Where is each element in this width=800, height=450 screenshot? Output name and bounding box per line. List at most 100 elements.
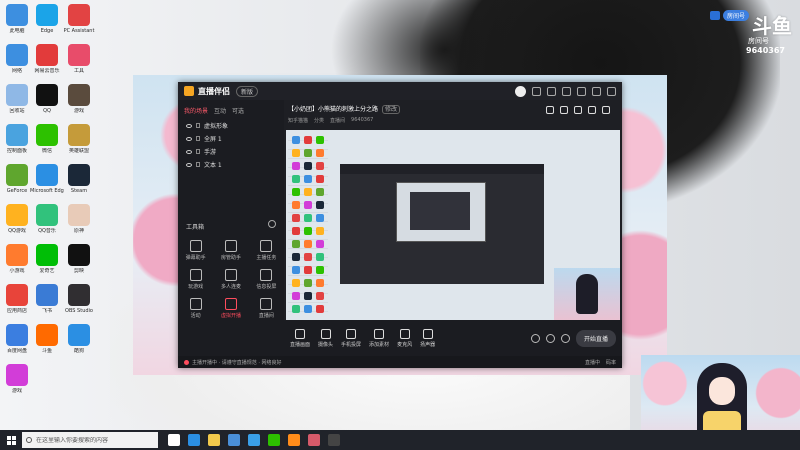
tab-my-scenes[interactable]: 我的场景 [184, 106, 208, 115]
layer-item[interactable]: 文本 1 [178, 158, 284, 171]
taskbar-task-view-icon[interactable] [168, 434, 180, 446]
tool-button[interactable]: 主播任务 [249, 240, 284, 261]
desktop-icon-label: 微信 [41, 148, 52, 154]
avatar[interactable] [515, 85, 526, 97]
taskbar-app-wechat-icon[interactable] [268, 434, 280, 446]
layer-item[interactable]: 全屏 1 [178, 132, 284, 145]
source-screen-button[interactable]: 直播画面 [290, 328, 310, 348]
start-button[interactable] [0, 430, 22, 450]
taskbar-app-live-icon[interactable] [308, 434, 320, 446]
gift-icon[interactable] [547, 86, 556, 96]
gift-box-icon[interactable] [560, 106, 568, 114]
notification-icon[interactable] [577, 86, 586, 96]
start-live-button[interactable]: 开始直播 [575, 329, 616, 347]
layer-item[interactable]: 虚拟形象 [178, 119, 284, 132]
meta-streamer[interactable]: 知乎猫猫 [288, 117, 308, 124]
eye-icon[interactable] [186, 136, 192, 141]
tool-button[interactable]: 直播间 [249, 298, 284, 319]
layer-item[interactable]: 手游 [178, 145, 284, 158]
microphone-button[interactable]: 麦克风 [397, 328, 412, 348]
eye-icon[interactable] [186, 149, 192, 154]
tool-button[interactable]: 房管助手 [213, 240, 248, 261]
desktop-icon[interactable]: 工具 [62, 44, 96, 74]
share-icon[interactable] [602, 106, 610, 114]
desktop-icon[interactable]: 网易云音乐 [30, 44, 64, 74]
eye-icon[interactable] [186, 162, 192, 167]
gear-icon[interactable] [560, 333, 570, 343]
desktop-icon[interactable]: 英雄联盟 [62, 124, 96, 154]
lock-icon[interactable] [196, 123, 200, 128]
message-icon[interactable] [532, 86, 541, 96]
taskbar-app-orange-icon[interactable] [288, 434, 300, 446]
desktop-icon[interactable]: Microsoft Edge [30, 164, 64, 194]
stream-meta: 知乎猫猫 分类 直播间 9640367 [288, 117, 618, 124]
tool-button[interactable]: 虚拟开播 [213, 298, 248, 319]
tool-button[interactable]: 活动 [178, 298, 213, 319]
desktop-icon[interactable]: 微信 [30, 124, 64, 154]
edit-title-button[interactable]: 修改 [382, 105, 401, 114]
desktop-icon-label: 工具 [73, 68, 84, 74]
chat-icon[interactable] [588, 106, 596, 114]
preview-mini-icon [316, 214, 324, 222]
taskbar-store-icon[interactable] [228, 434, 240, 446]
lock-icon[interactable] [196, 149, 200, 154]
desktop-icon[interactable]: 回收站 [0, 84, 34, 114]
eye-preview-icon[interactable] [545, 333, 555, 343]
desktop-icon[interactable]: 斗鱼 [30, 324, 64, 354]
desktop-icon[interactable]: 飞书 [30, 284, 64, 314]
stream-preview[interactable] [286, 130, 620, 320]
tool-button[interactable]: 弹幕助手 [178, 240, 213, 261]
desktop-icon[interactable]: QQ游戏 [0, 204, 34, 234]
toolbox-settings-icon[interactable] [268, 220, 276, 228]
desktop-icon[interactable]: OBS Studio [62, 284, 96, 314]
source-camera-button[interactable]: 摄像头 [318, 328, 333, 348]
speaker-icon [422, 328, 433, 339]
minimize-icon[interactable] [592, 86, 601, 96]
desktop-icon[interactable]: PC Assistant [62, 4, 96, 34]
preview-mini-icon [316, 279, 324, 287]
status-bar: 主播开播中 · 请遵守直播规范 · 网络良好 直播中 码率 [178, 356, 622, 368]
taskbar-app-obs-icon[interactable] [328, 434, 340, 446]
meta-category[interactable]: 分类 [314, 117, 324, 124]
desktop-icon[interactable]: 小游戏 [0, 244, 34, 274]
record-icon[interactable] [530, 333, 540, 343]
eye-icon[interactable] [186, 123, 192, 128]
desktop-icon[interactable]: Edge [30, 4, 64, 34]
desktop-icon[interactable]: 控制面板 [0, 124, 34, 154]
desktop-icon[interactable]: 应用商店 [0, 284, 34, 314]
lock-icon[interactable] [196, 162, 200, 167]
lock-icon[interactable] [196, 136, 200, 141]
tab-optional[interactable]: 可选 [232, 106, 244, 115]
search-input[interactable] [35, 436, 154, 444]
desktop-icon[interactable]: 百度网盘 [0, 324, 34, 354]
desktop-icon[interactable]: GeForce [0, 164, 34, 194]
taskbar-explorer-icon[interactable] [208, 434, 220, 446]
desktop-icon[interactable]: 此电脑 [0, 4, 34, 34]
desktop-icon[interactable]: 网络 [0, 44, 34, 74]
desktop-icon[interactable]: QQ音乐 [30, 204, 64, 234]
desktop-icon[interactable]: 游戏 [62, 84, 96, 114]
desktop-icon[interactable]: 爱奇艺 [30, 244, 64, 274]
version-badge[interactable]: 新版 [236, 85, 259, 97]
source-phone-button[interactable]: 手机投屏 [341, 328, 361, 348]
tool-button[interactable]: 多人连麦 [213, 269, 248, 290]
taskbar-search[interactable] [22, 432, 158, 448]
shop-icon[interactable] [546, 106, 554, 114]
speaker-button[interactable]: 扬声器 [420, 328, 435, 348]
desktop-icon[interactable]: 剪映 [62, 244, 96, 274]
screen-icon[interactable] [574, 106, 582, 114]
tool-button[interactable]: 玩游戏 [178, 269, 213, 290]
source-media-button[interactable]: 添加素材 [369, 328, 389, 348]
app-icon [68, 164, 90, 186]
desktop-icon[interactable]: 酷狗 [62, 324, 96, 354]
desktop-icon[interactable]: 原神 [62, 204, 96, 234]
desktop-icon[interactable]: QQ [30, 84, 64, 114]
tab-interact[interactable]: 互动 [214, 106, 226, 115]
desktop-icon[interactable]: 游戏 [0, 364, 34, 394]
desktop-icon[interactable]: Steam [62, 164, 96, 194]
taskbar-edge-icon[interactable] [188, 434, 200, 446]
close-icon[interactable] [607, 86, 616, 96]
settings-icon[interactable] [562, 86, 571, 96]
tool-button[interactable]: 信息投屏 [249, 269, 284, 290]
taskbar-app-blue-icon[interactable] [248, 434, 260, 446]
